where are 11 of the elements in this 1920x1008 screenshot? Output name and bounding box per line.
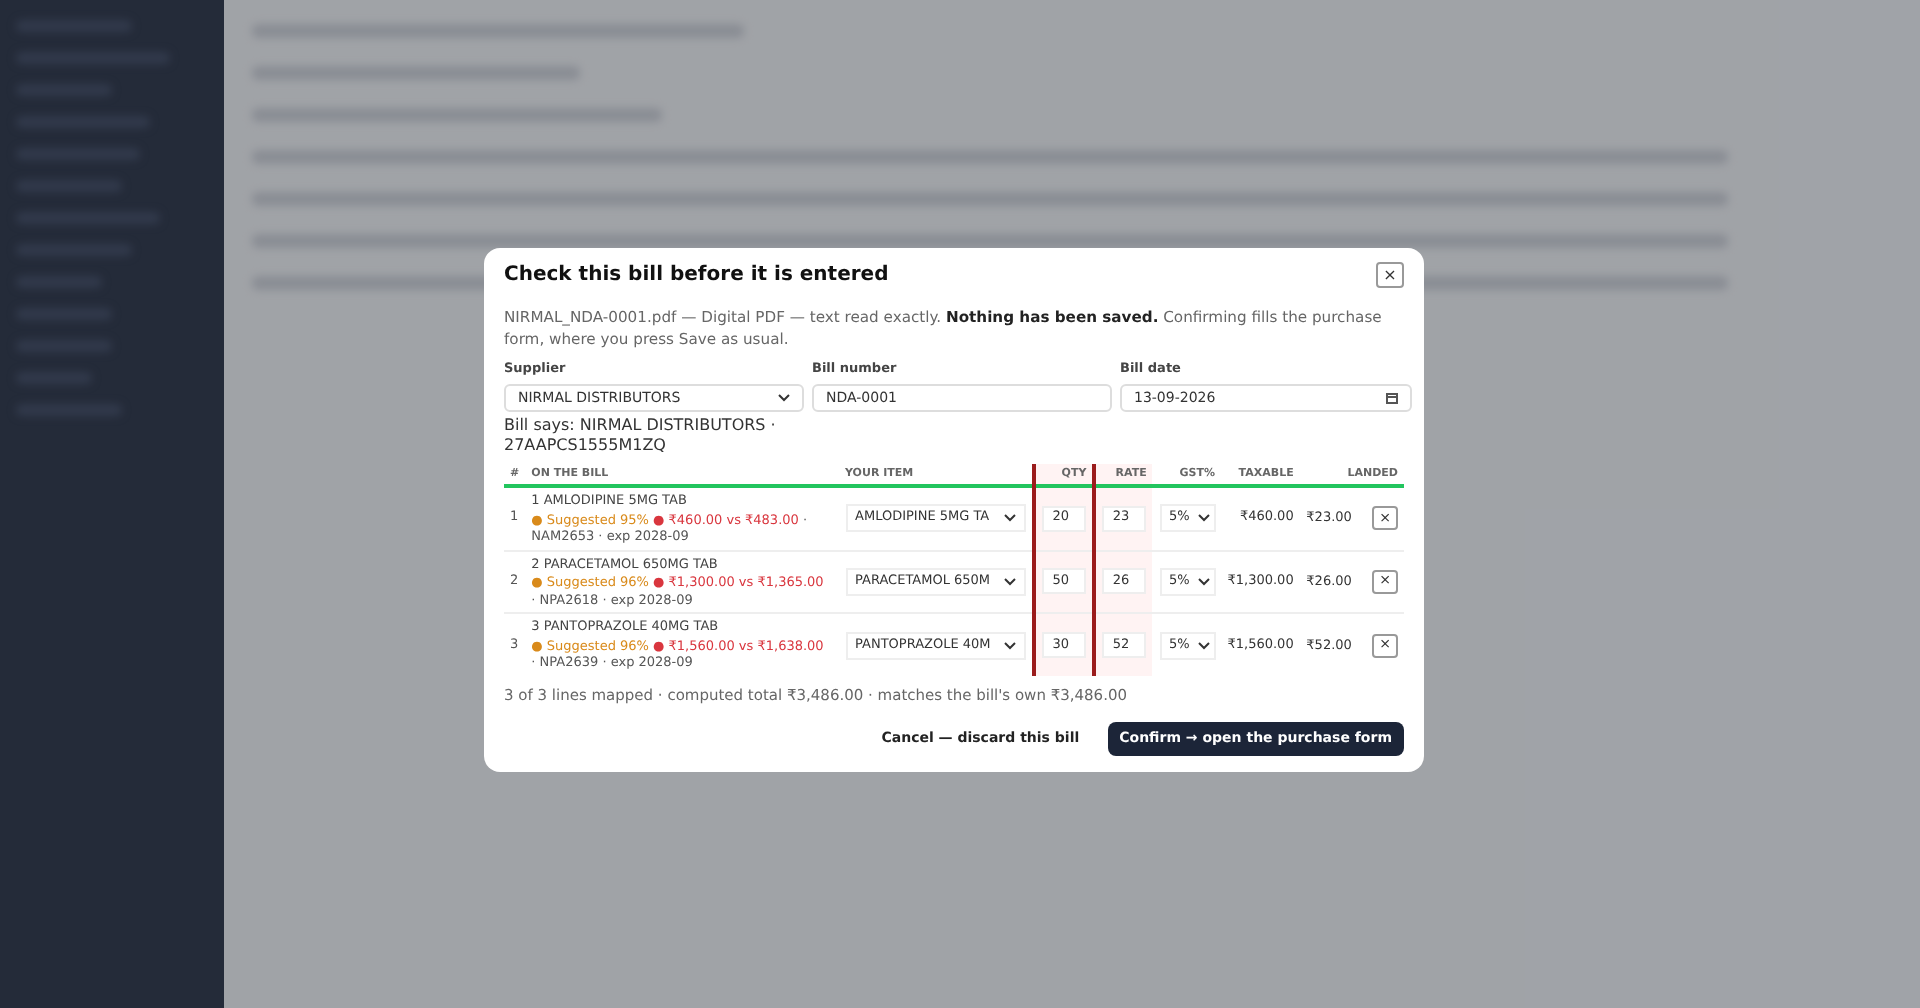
calendar-icon[interactable] — [1386, 391, 1398, 404]
chevron-icon — [1003, 577, 1016, 586]
chevron-icon — [778, 393, 790, 402]
close-button[interactable]: × — [1376, 262, 1404, 288]
chevron-icon — [1003, 514, 1016, 523]
chevron-icon — [1197, 577, 1210, 586]
chevron-icon — [1003, 641, 1016, 650]
chevron-icon — [1197, 641, 1210, 650]
supplier-note: Bill says: NIRMAL DISTRIBUTORS · 27AAPCS1555M1ZQ — [504, 415, 778, 456]
dialog-title: Check this bill before it is entered — [504, 262, 889, 290]
chevron-icon — [1197, 514, 1210, 523]
